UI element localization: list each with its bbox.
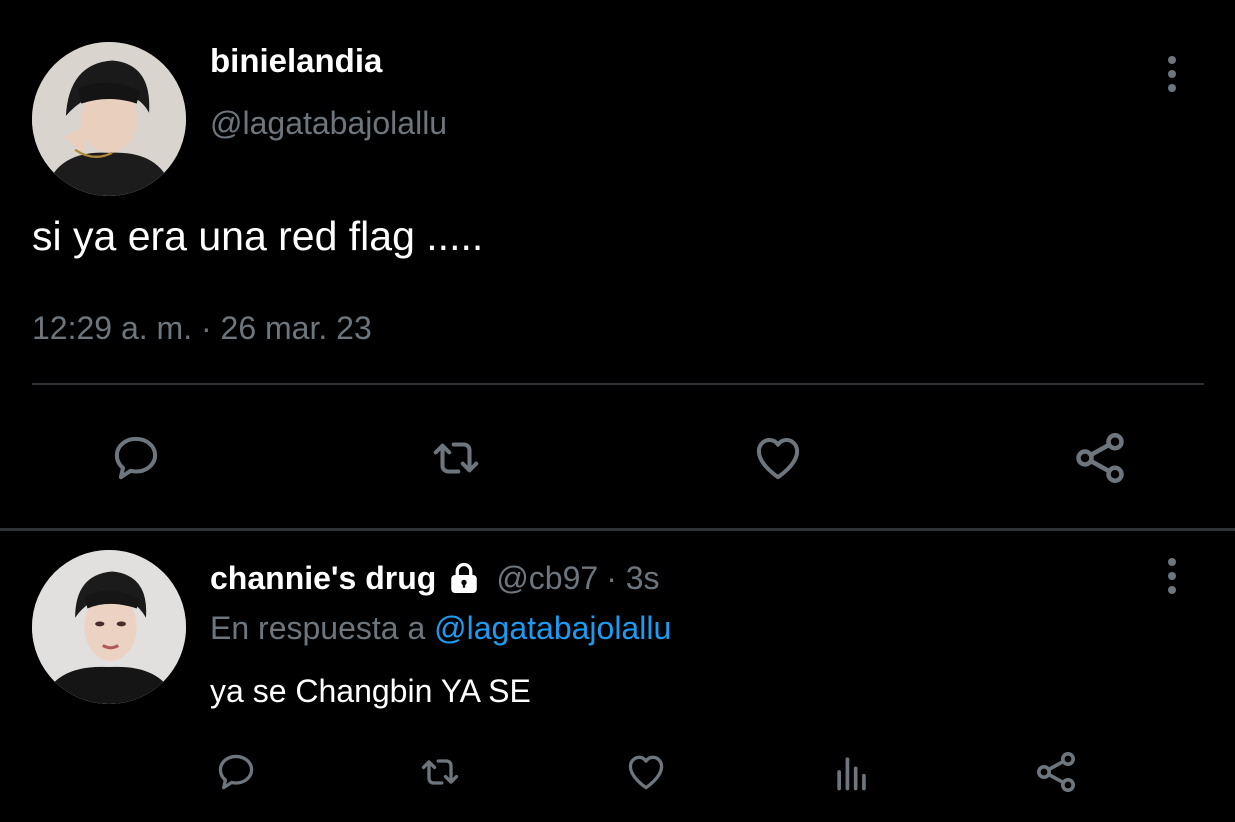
share-icon	[1037, 752, 1075, 792]
reply-text: ya se Changbin YA SE	[210, 673, 531, 709]
in-reply-to: En respuesta a @lagatabajolallu	[210, 608, 671, 648]
reply-time: · 3s	[606, 559, 660, 596]
reply-retweet-button[interactable]	[410, 746, 470, 798]
reply-analytics-button[interactable]	[824, 746, 880, 798]
tweet-text: si ya era una red flag .....	[32, 213, 484, 259]
reply-icon	[114, 436, 158, 480]
retweet-icon	[421, 759, 459, 785]
like-icon	[628, 755, 664, 790]
share-button[interactable]	[1064, 426, 1136, 490]
avatar-photo	[32, 550, 186, 704]
author-avatar[interactable]	[32, 42, 186, 196]
in-reply-prefix: En respuesta a	[210, 610, 426, 646]
more-options-button[interactable]	[1150, 52, 1194, 96]
analytics-icon	[837, 757, 866, 791]
reply-reply-button[interactable]	[208, 746, 264, 798]
like-button[interactable]	[742, 426, 814, 490]
divider	[32, 383, 1204, 385]
in-reply-handle-link[interactable]: @lagatabajolallu	[434, 610, 671, 646]
reply-share-button[interactable]	[1028, 746, 1084, 798]
tweet-timestamp: 12:29 a. m. · 26 mar. 23	[32, 310, 372, 346]
section-divider	[0, 528, 1235, 531]
retweet-icon	[433, 442, 479, 474]
lock-icon	[446, 560, 482, 596]
avatar-photo	[32, 42, 186, 196]
share-icon	[1076, 433, 1124, 483]
reply-more-options-button[interactable]	[1150, 554, 1194, 598]
more-vertical-icon	[1168, 558, 1176, 594]
reply-button[interactable]	[100, 426, 172, 490]
more-vertical-icon	[1168, 56, 1176, 92]
reply-icon	[218, 754, 254, 790]
like-icon	[756, 437, 800, 480]
reply-header: channie's drug @cb97 · 3s	[210, 558, 660, 598]
retweet-button[interactable]	[420, 426, 492, 490]
reply-author-name[interactable]: channie's drug	[210, 560, 436, 597]
author-handle[interactable]: @lagatabajolallu	[210, 104, 447, 142]
author-name[interactable]: binielandia	[210, 42, 382, 80]
reply-like-button[interactable]	[618, 746, 674, 798]
reply-author-avatar[interactable]	[32, 550, 186, 704]
reply-handle[interactable]: @cb97	[496, 560, 598, 597]
